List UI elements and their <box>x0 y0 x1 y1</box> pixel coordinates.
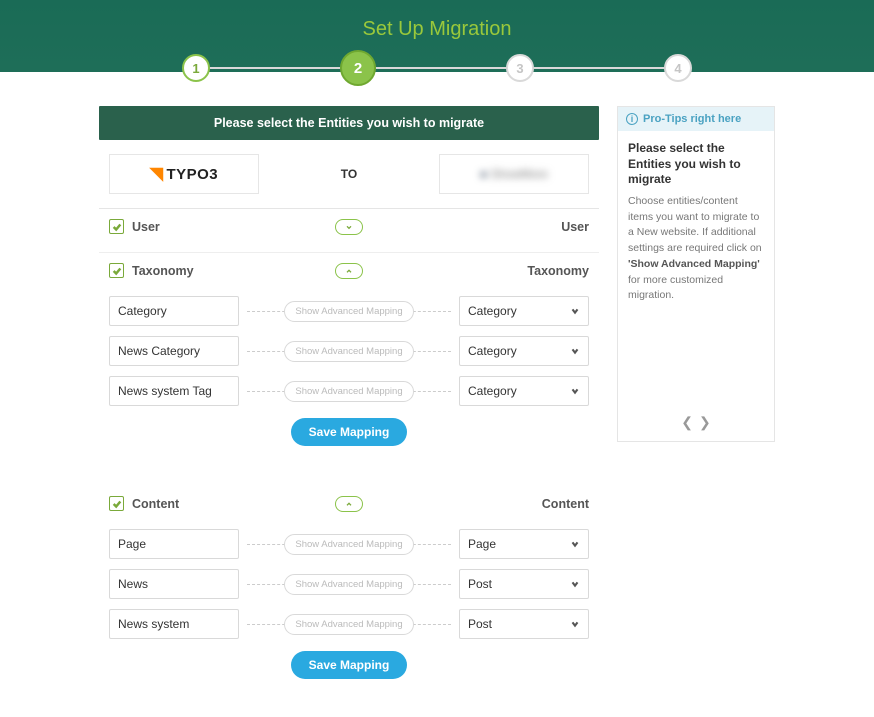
src-field[interactable]: News Category <box>109 336 239 366</box>
dst-select[interactable]: Category <box>459 376 589 406</box>
chevron-down-icon <box>570 386 580 396</box>
taxonomy-row-2: News system Tag Show Advanced Mapping Ca… <box>109 376 589 406</box>
target-logo-box: ● ShowMore <box>439 154 589 194</box>
tips-badge: i Pro-Tips right here <box>618 107 774 131</box>
taxonomy-row-0: Category Show Advanced Mapping Category <box>109 296 589 326</box>
source-target-row: ◥ TYPO3 TO ● ShowMore <box>99 140 599 209</box>
section-user: User User <box>99 209 599 252</box>
save-mapping-button[interactable]: Save Mapping <box>291 418 408 446</box>
src-field[interactable]: Page <box>109 529 239 559</box>
source-name: TYPO3 <box>166 166 218 183</box>
show-advanced-button[interactable]: Show Advanced Mapping <box>284 301 413 322</box>
section-right-content: Content <box>542 497 589 511</box>
content-row-0: Page Show Advanced Mapping Page <box>109 529 589 559</box>
dst-select[interactable]: Post <box>459 609 589 639</box>
migration-panel: Please select the Entities you wish to m… <box>99 106 599 693</box>
src-field[interactable]: Category <box>109 296 239 326</box>
toggle-taxonomy[interactable] <box>335 263 363 279</box>
step-2[interactable]: 2 <box>340 50 376 86</box>
show-advanced-button[interactable]: Show Advanced Mapping <box>284 614 413 635</box>
section-label-user: User <box>132 220 160 234</box>
app-header: Set Up Migration 1 2 3 4 <box>0 0 874 72</box>
info-icon: i <box>626 113 638 125</box>
dst-select[interactable]: Post <box>459 569 589 599</box>
tips-prev[interactable]: ❮ <box>681 414 693 431</box>
dst-select[interactable]: Category <box>459 296 589 326</box>
checkbox-content[interactable] <box>109 496 124 511</box>
wizard-stepper: 1 2 3 4 <box>0 50 874 86</box>
src-field[interactable]: News <box>109 569 239 599</box>
chevron-down-icon <box>570 579 580 589</box>
section-label-taxonomy: Taxonomy <box>132 264 194 278</box>
show-advanced-button[interactable]: Show Advanced Mapping <box>284 341 413 362</box>
src-field[interactable]: News system <box>109 609 239 639</box>
page-title: Set Up Migration <box>0 0 874 41</box>
tips-title: Please select the Entities you wish to m… <box>628 141 764 188</box>
show-advanced-button[interactable]: Show Advanced Mapping <box>284 534 413 555</box>
section-taxonomy: Taxonomy Taxonomy Category Show Advanced… <box>99 253 599 460</box>
step-1[interactable]: 1 <box>182 54 210 82</box>
dst-select[interactable]: Category <box>459 336 589 366</box>
tips-body: Choose entities/content items you want t… <box>628 194 764 304</box>
toggle-content[interactable] <box>335 496 363 512</box>
to-label: TO <box>341 167 357 181</box>
dst-select[interactable]: Page <box>459 529 589 559</box>
section-right-user: User <box>561 220 589 234</box>
taxonomy-row-1: News Category Show Advanced Mapping Cate… <box>109 336 589 366</box>
chevron-down-icon <box>570 619 580 629</box>
show-advanced-button[interactable]: Show Advanced Mapping <box>284 574 413 595</box>
typo3-mark-icon: ◥ <box>150 164 164 184</box>
tips-next[interactable]: ❯ <box>699 414 711 431</box>
toggle-user[interactable] <box>335 219 363 235</box>
content-row-1: News Show Advanced Mapping Post <box>109 569 589 599</box>
section-label-content: Content <box>132 497 179 511</box>
section-content: Content Content Page Show Advanced Mappi… <box>99 486 599 693</box>
step-3[interactable]: 3 <box>506 54 534 82</box>
chevron-down-icon <box>570 306 580 316</box>
save-mapping-button[interactable]: Save Mapping <box>291 651 408 679</box>
step-4[interactable]: 4 <box>664 54 692 82</box>
checkbox-taxonomy[interactable] <box>109 263 124 278</box>
chevron-down-icon <box>570 539 580 549</box>
source-logo-box: ◥ TYPO3 <box>109 154 259 194</box>
pro-tips-panel: i Pro-Tips right here Please select the … <box>617 106 775 442</box>
chevron-down-icon <box>570 346 580 356</box>
content-row-2: News system Show Advanced Mapping Post <box>109 609 589 639</box>
section-right-taxonomy: Taxonomy <box>527 264 589 278</box>
src-field[interactable]: News system Tag <box>109 376 239 406</box>
target-name: ShowMore <box>491 167 548 181</box>
show-advanced-button[interactable]: Show Advanced Mapping <box>284 381 413 402</box>
panel-heading: Please select the Entities you wish to m… <box>99 106 599 140</box>
checkbox-user[interactable] <box>109 219 124 234</box>
